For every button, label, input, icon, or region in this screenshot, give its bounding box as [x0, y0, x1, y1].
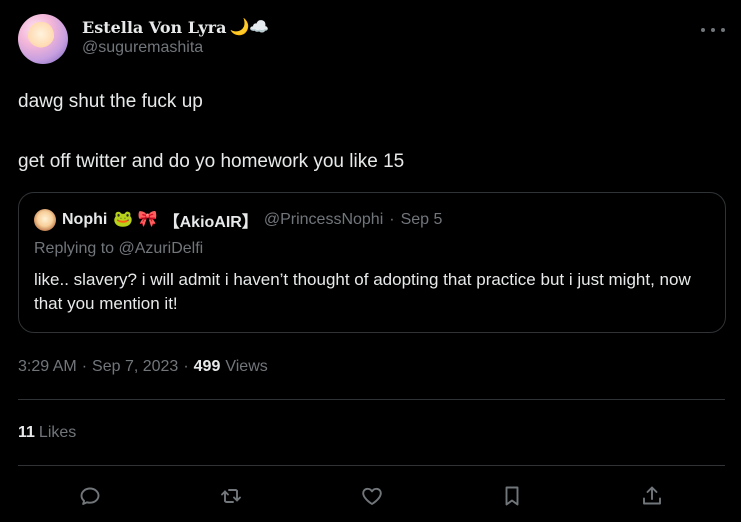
separator: ·	[389, 211, 395, 228]
like-icon	[362, 487, 382, 505]
separator: ·	[81, 358, 88, 375]
more-dot	[721, 28, 725, 32]
separator: ·	[183, 358, 189, 375]
views-count: 499	[193, 358, 221, 375]
tweet-header: Estella Von Lyra 🌙☁️ @suguremashita	[18, 14, 729, 66]
tweet-time[interactable]: 3:29 AM	[18, 358, 77, 376]
more-dot	[701, 28, 705, 32]
more-options-icon[interactable]	[701, 20, 725, 40]
like-button[interactable]	[354, 478, 390, 514]
share-button[interactable]	[634, 478, 670, 514]
share-icon	[643, 486, 661, 505]
quoted-author-avatar	[34, 209, 56, 231]
divider	[18, 399, 725, 400]
tweet-meta: 3:29 AM · Sep 7, 2023 · 499 Views	[18, 356, 268, 378]
tweet-line: get off twitter and do yo homework you l…	[18, 151, 405, 172]
retweet-button[interactable]	[213, 478, 249, 514]
reply-button[interactable]	[72, 478, 108, 514]
author-names: Estella Von Lyra 🌙☁️ @suguremashita	[82, 16, 269, 57]
author-handle[interactable]: @suguremashita	[82, 39, 269, 57]
retweet-icon	[221, 489, 241, 503]
quoted-author-handle: @PrincessNophi	[263, 211, 384, 228]
bookmark-button[interactable]	[494, 478, 530, 514]
quoted-tweet-header: Nophi 🐸 🎀 【AkioAIR】 @PrincessNophi · Sep…	[34, 209, 442, 231]
bookmark-icon	[505, 486, 519, 506]
quoted-tweet[interactable]: Nophi 🐸 🎀 【AkioAIR】 @PrincessNophi · Sep…	[18, 192, 726, 333]
author-display-name[interactable]: Estella Von Lyra 🌙☁️	[82, 16, 269, 38]
reply-icon	[80, 487, 100, 505]
quoted-date: Sep 5	[400, 211, 443, 228]
author-display-name-text[interactable]: Estella Von Lyra	[82, 18, 226, 37]
likes-link[interactable]: 11 Likes	[18, 422, 76, 444]
quoted-author-emoji: 🐸 🎀	[113, 211, 158, 228]
tweet-line: dawg shut the fuck up	[18, 91, 203, 112]
author-avatar[interactable]	[18, 14, 68, 64]
quoted-author-tag: 【AkioAIR】	[163, 214, 258, 231]
likes-count: 11	[18, 424, 35, 441]
quoted-replying-to: Replying to @AzuriDelfi	[34, 240, 204, 257]
quoted-tweet-text: like.. slavery? i will admit i haven’t t…	[34, 270, 691, 313]
author-name-emoji: 🌙☁️	[229, 17, 270, 36]
divider	[18, 465, 725, 466]
action-bar	[0, 478, 741, 514]
quoted-author-name: Nophi	[62, 211, 108, 228]
views-label: Views	[225, 358, 268, 375]
more-dot	[711, 28, 715, 32]
likes-label: Likes	[38, 424, 77, 441]
tweet-date[interactable]: Sep 7, 2023	[92, 358, 178, 376]
